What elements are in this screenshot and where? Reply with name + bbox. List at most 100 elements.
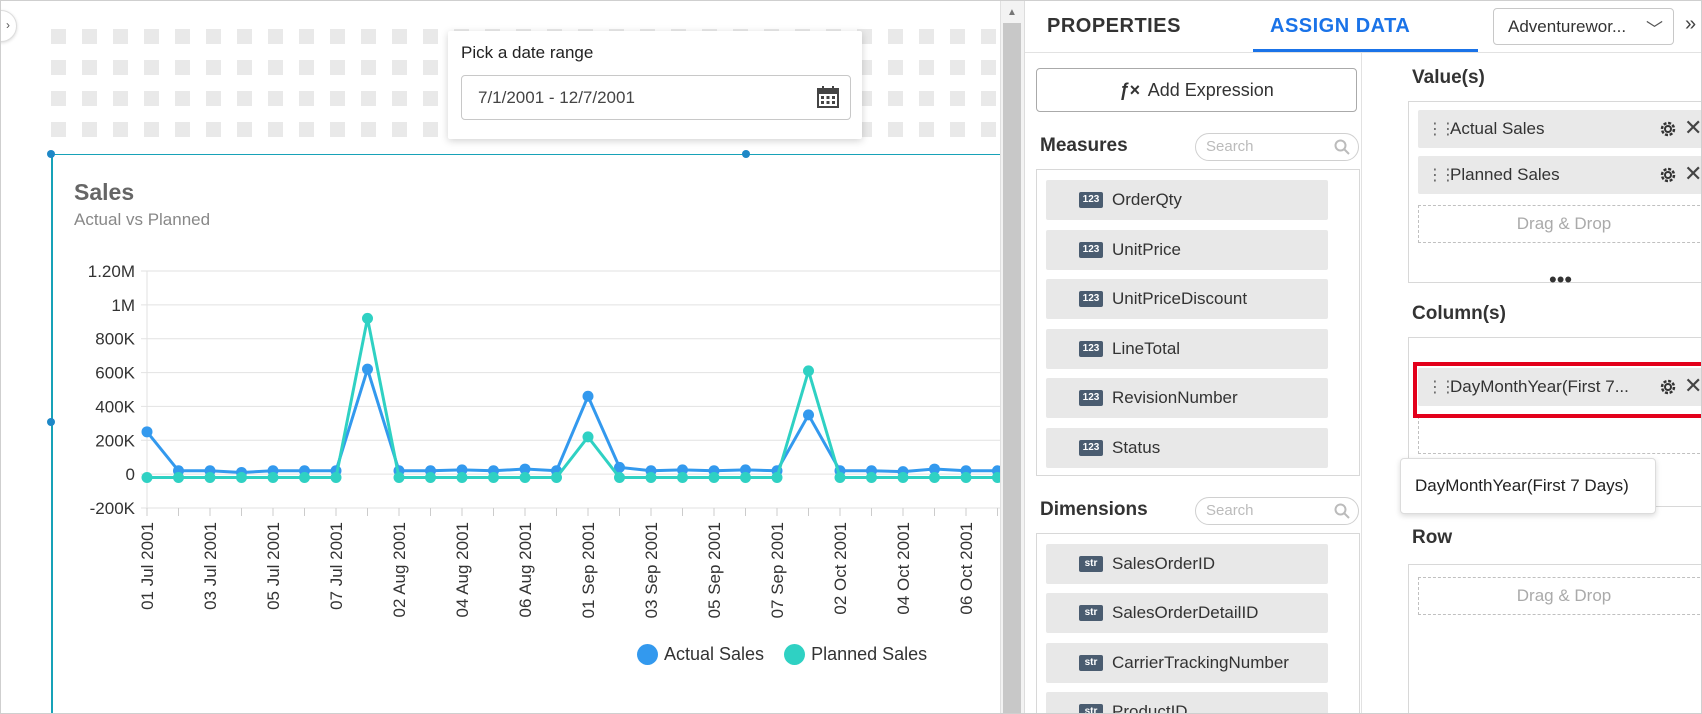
list-item[interactable]: 123 UnitPriceDiscount	[1046, 279, 1328, 319]
x-tick-label: 03 Jul 2001	[201, 522, 220, 610]
calendar-icon[interactable]	[816, 85, 840, 109]
dimensions-title: Dimensions	[1040, 499, 1148, 520]
value-pill-actual-sales[interactable]: ⋮⋮ Actual Sales ✕	[1418, 110, 1701, 148]
data-point-planned	[866, 472, 877, 484]
search-icon	[1334, 139, 1350, 155]
search-placeholder: Search	[1206, 502, 1254, 519]
x-tick-label: 07 Jul 2001	[327, 522, 346, 610]
values-well-title: Value(s)	[1412, 67, 1485, 88]
field-name: LineTotal	[1112, 339, 1181, 358]
x-tick-label: 01 Jul 2001	[138, 522, 157, 610]
list-item[interactable]: 123 LineTotal	[1046, 329, 1328, 369]
data-point-planned	[708, 472, 720, 484]
date-picker-label: Pick a date range	[461, 43, 594, 62]
active-tab-indicator	[1253, 49, 1478, 52]
data-point-planned	[141, 472, 153, 484]
legend-label-planned: Planned Sales	[811, 644, 928, 664]
values-well: ⋮⋮ Actual Sales ✕ ⋮⋮ Planned Sales ✕ Dra…	[1408, 101, 1701, 283]
data-point-planned	[645, 472, 657, 484]
sales-line-chart: 1.20M 1M 800K 600K 400K 200K 0 -200K01 Jul 2001…	[88, 262, 1001, 618]
row-well: Drag & Drop	[1408, 564, 1701, 713]
legend-item-planned[interactable]: Planned Sales	[784, 644, 927, 665]
field-name: ProductID	[1112, 702, 1188, 714]
field-name: UnitPrice	[1112, 240, 1181, 259]
x-tick-label: 03 Sep 2001	[642, 522, 661, 618]
x-tick-label: 04 Oct 2001	[894, 522, 913, 615]
data-point-planned	[488, 472, 499, 484]
list-item[interactable]: 123 RevisionNumber	[1046, 378, 1328, 418]
panel-tabs: PROPERTIES ASSIGN DATA Adventurewor... ﹀…	[1025, 1, 1701, 53]
data-point-planned	[299, 472, 310, 484]
field-name: SalesOrderID	[1112, 554, 1215, 573]
canvas-collapse-button[interactable]: ›	[1, 10, 17, 42]
data-point-actual	[362, 363, 373, 375]
data-source-dropdown[interactable]: Adventurewor... ﹀	[1493, 8, 1674, 45]
canvas-scrollbar[interactable]: ▲	[1000, 1, 1024, 713]
data-point-planned	[330, 472, 342, 484]
x-tick-label: 05 Sep 2001	[705, 522, 724, 618]
value-pill-planned-sales[interactable]: ⋮⋮ Planned Sales ✕	[1418, 156, 1701, 194]
numeric-type-icon: 123	[1079, 440, 1103, 456]
date-range-input[interactable]: 7/1/2001 - 12/7/2001	[461, 75, 851, 120]
resize-handle-top-center[interactable]	[742, 150, 750, 158]
scrollbar-thumb[interactable]	[1003, 23, 1021, 713]
data-point-planned	[519, 472, 531, 484]
list-item[interactable]: 123 Status	[1046, 428, 1328, 468]
close-icon[interactable]: ✕	[1684, 163, 1701, 185]
more-horizontal-icon[interactable]: •••	[1549, 269, 1572, 291]
field-name: CarrierTrackingNumber	[1112, 653, 1289, 672]
data-point-planned	[614, 472, 625, 484]
data-point-planned	[677, 472, 688, 484]
data-point-planned	[960, 472, 972, 484]
data-point-planned	[204, 472, 216, 484]
scroll-up-icon[interactable]: ▲	[1007, 7, 1017, 18]
properties-panel: PROPERTIES ASSIGN DATA Adventurewor... ﹀…	[1024, 1, 1701, 714]
legend-item-actual[interactable]: Actual Sales	[637, 644, 764, 665]
x-tick-label: 02 Oct 2001	[831, 522, 850, 615]
data-point-planned	[456, 472, 468, 484]
field-name: Status	[1112, 438, 1161, 457]
series-line-planned	[147, 318, 998, 480]
y-tick-label: 200K	[95, 431, 135, 450]
add-expression-button[interactable]: ƒ× Add Expression	[1036, 68, 1357, 112]
x-tick-label: 02 Aug 2001	[390, 522, 409, 617]
list-item[interactable]: 123 UnitPrice	[1046, 230, 1328, 270]
data-point-actual	[803, 409, 814, 421]
numeric-type-icon: 123	[1079, 242, 1103, 258]
measures-search-input[interactable]: Search	[1195, 133, 1359, 161]
data-point-planned	[425, 472, 436, 484]
columns-well-title: Column(s)	[1412, 303, 1506, 324]
list-item[interactable]: str SalesOrderID	[1046, 544, 1328, 584]
gear-icon[interactable]	[1658, 165, 1678, 185]
data-point-planned	[582, 431, 594, 443]
gear-icon[interactable]	[1658, 119, 1678, 139]
data-point-planned	[236, 472, 247, 484]
columns-drop-zone[interactable]	[1418, 416, 1701, 454]
data-point-planned	[267, 472, 279, 484]
data-point-planned	[771, 472, 783, 484]
y-tick-label: 1M	[111, 296, 135, 315]
chart-legend: Actual Sales Planned Sales	[637, 644, 927, 665]
dashboard-designer: › Pick a date range 7/1/2001 - 12/7/2001	[0, 0, 1702, 714]
list-item[interactable]: 123 OrderQty	[1046, 180, 1328, 220]
dimensions-search-input[interactable]: Search	[1195, 497, 1359, 525]
tab-properties[interactable]: PROPERTIES	[1047, 15, 1181, 38]
x-tick-label: 05 Jul 2001	[264, 522, 283, 610]
list-item[interactable]: str SalesOrderDetailID	[1046, 593, 1328, 633]
tab-assign-data[interactable]: ASSIGN DATA	[1270, 15, 1410, 38]
double-chevron-right-icon[interactable]: »	[1685, 13, 1696, 36]
numeric-type-icon: 123	[1079, 291, 1103, 307]
list-item[interactable]: str ProductID	[1046, 692, 1328, 714]
y-tick-label: 0	[126, 465, 135, 484]
pill-tooltip: DayMonthYear(First 7 Days)	[1400, 458, 1656, 514]
resize-handle-top-left[interactable]	[47, 150, 55, 158]
string-type-icon: str	[1079, 655, 1103, 671]
string-type-icon: str	[1079, 704, 1103, 713]
row-drop-zone[interactable]: Drag & Drop	[1418, 577, 1701, 615]
field-name: UnitPriceDiscount	[1112, 289, 1248, 308]
y-tick-label: 600K	[95, 364, 135, 383]
measures-title: Measures	[1040, 135, 1128, 156]
list-item[interactable]: str CarrierTrackingNumber	[1046, 643, 1328, 683]
close-icon[interactable]: ✕	[1684, 117, 1701, 139]
values-drop-zone[interactable]: Drag & Drop	[1418, 205, 1701, 243]
